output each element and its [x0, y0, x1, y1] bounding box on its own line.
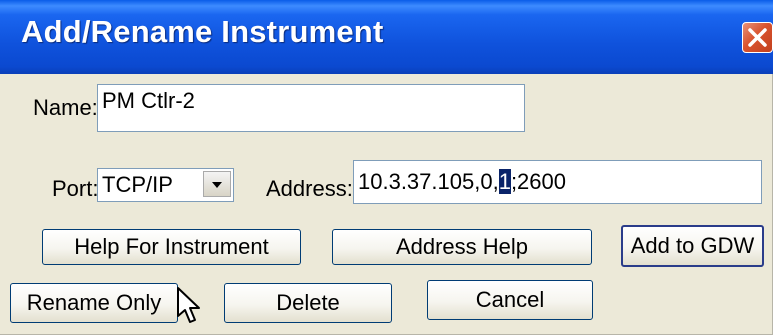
dropdown-button[interactable] — [203, 171, 231, 197]
address-help-button[interactable]: Address Help — [332, 229, 592, 265]
chevron-down-icon — [212, 182, 222, 188]
delete-button[interactable]: Delete — [224, 283, 392, 323]
port-value: TCP/IP — [102, 172, 173, 197]
address-text-before: 10.3.37.105,0, — [358, 169, 499, 194]
address-value: 10.3.37.105,0,1;2600 — [358, 169, 566, 195]
address-text-after: ;2600 — [510, 169, 566, 194]
cancel-button[interactable]: Cancel — [427, 280, 593, 320]
add-rename-instrument-dialog: Add/Rename Instrument Name: PM Ctlr-2 Po… — [0, 0, 773, 335]
name-value: PM Ctlr-2 — [102, 88, 195, 113]
name-input[interactable]: PM Ctlr-2 — [97, 84, 525, 132]
close-icon — [748, 28, 767, 47]
rename-only-button[interactable]: Rename Only — [10, 283, 178, 323]
title-bar[interactable]: Add/Rename Instrument — [0, 0, 773, 74]
address-selected-text: 1 — [498, 169, 511, 194]
address-label: Address: — [266, 176, 353, 201]
port-select[interactable]: TCP/IP — [97, 168, 234, 202]
dialog-title: Add/Rename Instrument — [21, 14, 384, 49]
port-label: Port: — [52, 176, 99, 201]
close-button[interactable] — [742, 22, 773, 53]
help-for-instrument-button[interactable]: Help For Instrument — [42, 229, 301, 265]
mouse-pointer-icon — [177, 287, 200, 323]
address-input[interactable]: 10.3.37.105,0,1;2600 — [353, 160, 762, 204]
name-label: Name: — [33, 95, 98, 120]
add-to-gdw-button[interactable]: Add to GDW — [621, 225, 764, 267]
